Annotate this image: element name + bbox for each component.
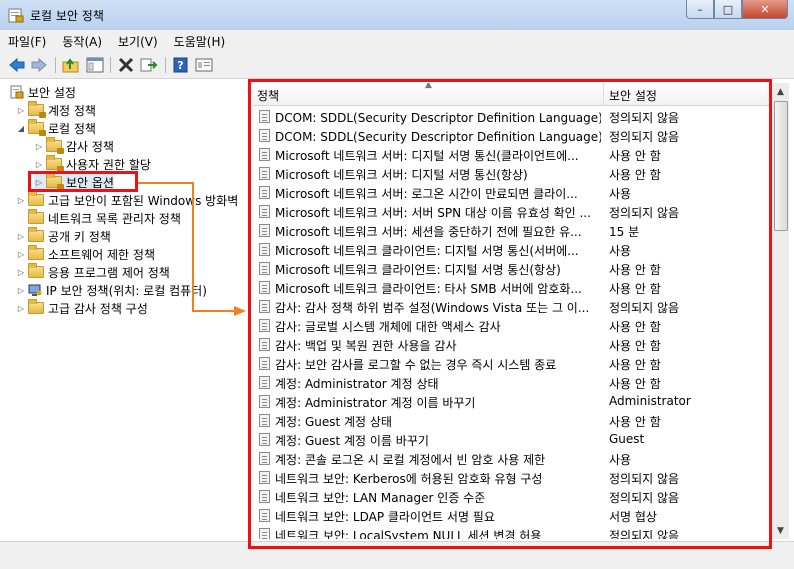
tree-label: 로컬 정책: [48, 121, 96, 136]
tree-node-app-control[interactable]: ▷ 응용 프로그램 제어 정책: [16, 263, 170, 281]
scroll-down-icon[interactable]: ▼: [772, 522, 789, 539]
help-icon[interactable]: ?: [172, 56, 190, 74]
maximize-button[interactable]: □: [714, 0, 742, 19]
menu-file[interactable]: 파일(F): [0, 33, 54, 50]
annotation-arrow-line: [138, 182, 194, 184]
highlight-box-security-options: [28, 171, 138, 192]
expand-arrow-icon[interactable]: ▷: [16, 232, 26, 241]
tree-node-network-list[interactable]: 네트워크 목록 관리자 정책: [16, 209, 181, 227]
toolbar-separator: [165, 57, 166, 73]
security-policy-icon: [8, 8, 24, 23]
toolbar-separator: [110, 57, 111, 73]
tree-node-account-policy[interactable]: ▷ 계정 정책: [16, 101, 96, 119]
vertical-scrollbar[interactable]: ▲ ▼: [771, 83, 789, 539]
tree-label: 네트워크 목록 관리자 정책: [48, 211, 181, 226]
tree-label: 고급 감사 정책 구성: [48, 301, 148, 316]
tree-label: 공개 키 정책: [48, 229, 111, 244]
expand-arrow-icon[interactable]: ▷: [16, 196, 26, 205]
folder-icon: [28, 263, 44, 278]
tree-node-ip-security[interactable]: ▷ IP 보안 정책(위치: 로컬 컴퓨터): [16, 281, 207, 299]
minimize-button[interactable]: –: [686, 0, 714, 19]
folder-icon: [28, 209, 44, 224]
show-hide-tree-icon[interactable]: [86, 56, 104, 74]
window-title: 로컬 보안 정책: [30, 9, 104, 23]
highlight-box-policy-list: [248, 79, 772, 549]
export-icon[interactable]: [140, 56, 158, 74]
tree-node-audit-policy[interactable]: ▷ 감사 정책: [34, 137, 114, 155]
security-settings-icon: [10, 85, 24, 99]
folder-lock-icon: [28, 119, 46, 136]
up-folder-icon[interactable]: [62, 56, 80, 74]
tree-node-local-policy[interactable]: ◢ 로컬 정책: [16, 119, 96, 137]
menu-action[interactable]: 동작(A): [54, 33, 110, 50]
folder-icon: [28, 227, 44, 242]
folder-lock-icon: [28, 101, 46, 118]
tree-label: 고급 보안이 포함된 Windows 방화벽: [48, 193, 239, 208]
expand-arrow-icon[interactable]: ▷: [16, 268, 26, 277]
annotation-arrow-line: [192, 182, 194, 312]
tree-label: 응용 프로그램 제어 정책: [48, 265, 170, 280]
scroll-up-icon[interactable]: ▲: [772, 83, 789, 100]
forward-icon[interactable]: [30, 56, 48, 74]
folder-icon: [28, 191, 44, 206]
tree-node-software-restriction[interactable]: ▷ 소프트웨어 제한 정책: [16, 245, 155, 263]
collapse-arrow-icon[interactable]: ◢: [16, 124, 26, 133]
folder-lock-icon: [46, 137, 64, 154]
expand-arrow-icon[interactable]: ▷: [16, 304, 26, 313]
scroll-thumb[interactable]: [774, 101, 788, 231]
folder-icon: [28, 299, 44, 314]
tree-node-firewall[interactable]: ▷ 고급 보안이 포함된 Windows 방화벽: [16, 191, 238, 209]
expand-arrow-icon[interactable]: ▷: [16, 250, 26, 259]
tree-label: 계정 정책: [48, 103, 96, 118]
toolbar: ?: [0, 52, 794, 79]
tree-node-public-key[interactable]: ▷ 공개 키 정책: [16, 227, 111, 245]
ip-security-icon: [28, 284, 42, 296]
annotation-arrow-head-icon: [234, 306, 246, 316]
menu-view[interactable]: 보기(V): [110, 33, 166, 50]
close-button[interactable]: ✕: [742, 0, 788, 19]
tree-label: 사용자 권한 할당: [66, 157, 151, 172]
title-bar: 로컬 보안 정책 – □ ✕: [0, 0, 794, 31]
svg-text:?: ?: [177, 59, 183, 72]
folder-lock-icon: [46, 155, 64, 172]
menu-bar: 파일(F) 동작(A) 보기(V) 도움말(H): [0, 30, 794, 52]
delete-icon[interactable]: [117, 56, 135, 74]
tree-root[interactable]: 보안 설정: [10, 83, 76, 101]
tree-label: IP 보안 정책(위치: 로컬 컴퓨터): [46, 283, 207, 298]
folder-icon: [28, 245, 44, 260]
menu-help[interactable]: 도움말(H): [166, 33, 234, 50]
annotation-arrow-line: [192, 310, 236, 312]
toolbar-separator: [55, 57, 56, 73]
back-icon[interactable]: [8, 56, 26, 74]
tree-pane: 보안 설정 ▷ 계정 정책 ◢ 로컬 정책 ▷ 감사 정책 ▷ 사용자 권한 할…: [0, 79, 249, 539]
tree-label: 소프트웨어 제한 정책: [48, 247, 155, 262]
expand-arrow-icon[interactable]: ▷: [16, 106, 26, 115]
expand-arrow-icon[interactable]: ▷: [34, 142, 44, 151]
tree-node-advanced-audit[interactable]: ▷ 고급 감사 정책 구성: [16, 299, 148, 317]
properties-icon[interactable]: [195, 56, 213, 74]
tree-label: 감사 정책: [66, 139, 114, 154]
expand-arrow-icon[interactable]: ▷: [16, 286, 26, 295]
expand-arrow-icon[interactable]: ▷: [34, 160, 44, 169]
tree-label: 보안 설정: [28, 85, 76, 100]
